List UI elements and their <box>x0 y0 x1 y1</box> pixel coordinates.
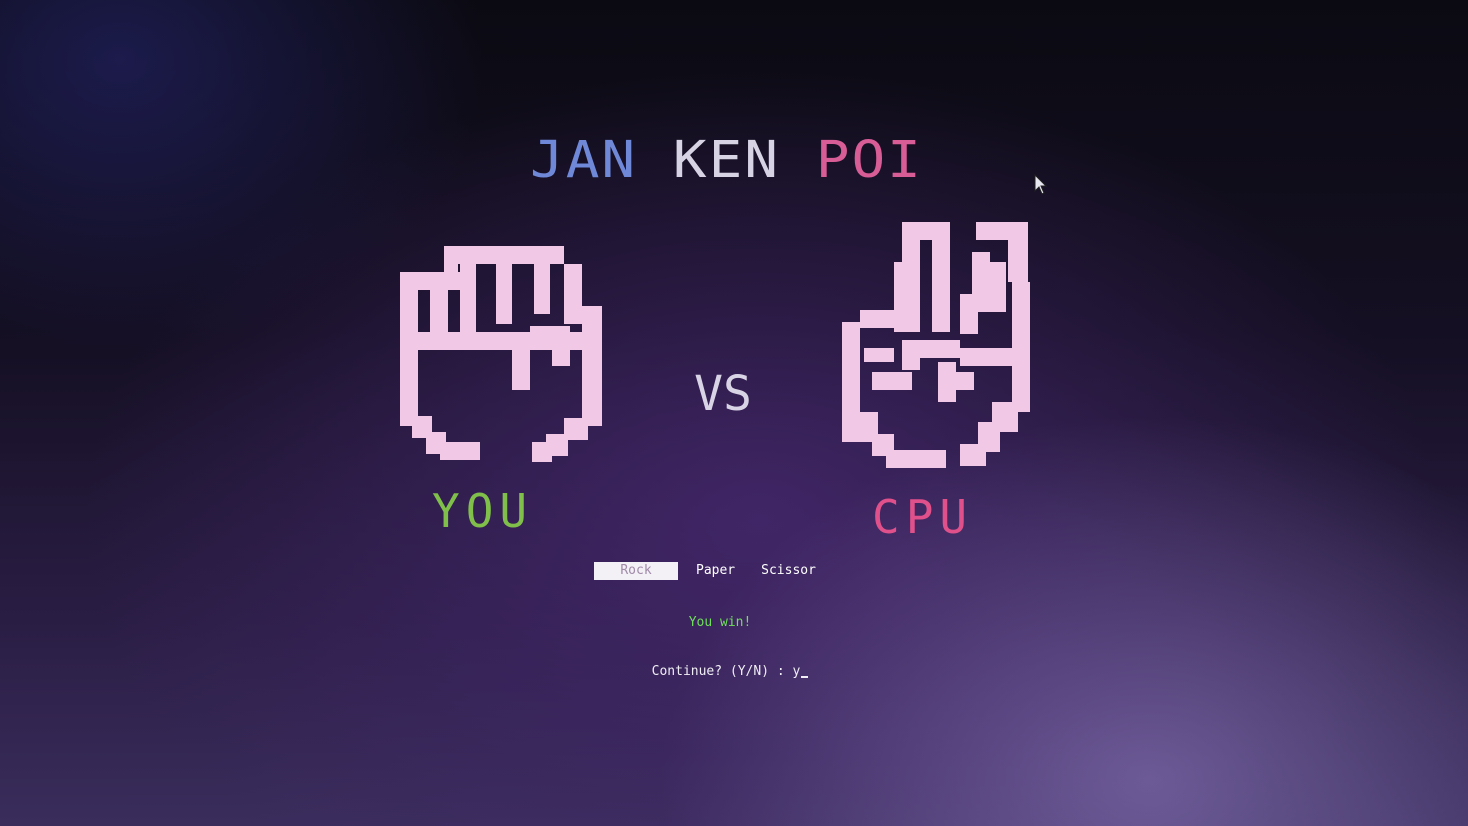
title-word-poi: POI <box>815 131 923 190</box>
game-title: JAN KEN POI <box>530 132 930 190</box>
you-hand <box>400 246 608 464</box>
peace-scissor-icon <box>842 222 1030 468</box>
continue-input[interactable]: y <box>793 664 801 679</box>
menu-item-rock[interactable]: Rock <box>594 562 678 580</box>
rock-fist-icon <box>400 246 602 462</box>
menu-item-scissor[interactable]: Scissor <box>753 562 824 580</box>
title-word-ken: KEN <box>672 131 781 190</box>
result-text: You win! <box>688 615 752 630</box>
continue-prompt-label: Continue? (Y/N) : <box>651 664 793 679</box>
menu-item-paper[interactable]: Paper <box>688 562 743 580</box>
cpu-label: CPU <box>872 490 974 544</box>
cpu-hand <box>842 222 1032 472</box>
vs-label: VS <box>694 366 752 422</box>
title-word-jan: JAN <box>530 131 638 190</box>
move-menu: Rock Paper Scissor <box>594 562 854 584</box>
continue-prompt: Continue? (Y/N) : y <box>600 662 860 682</box>
mouse-pointer-icon <box>1034 173 1048 196</box>
text-cursor <box>801 676 809 678</box>
you-label: YOU <box>432 484 534 538</box>
